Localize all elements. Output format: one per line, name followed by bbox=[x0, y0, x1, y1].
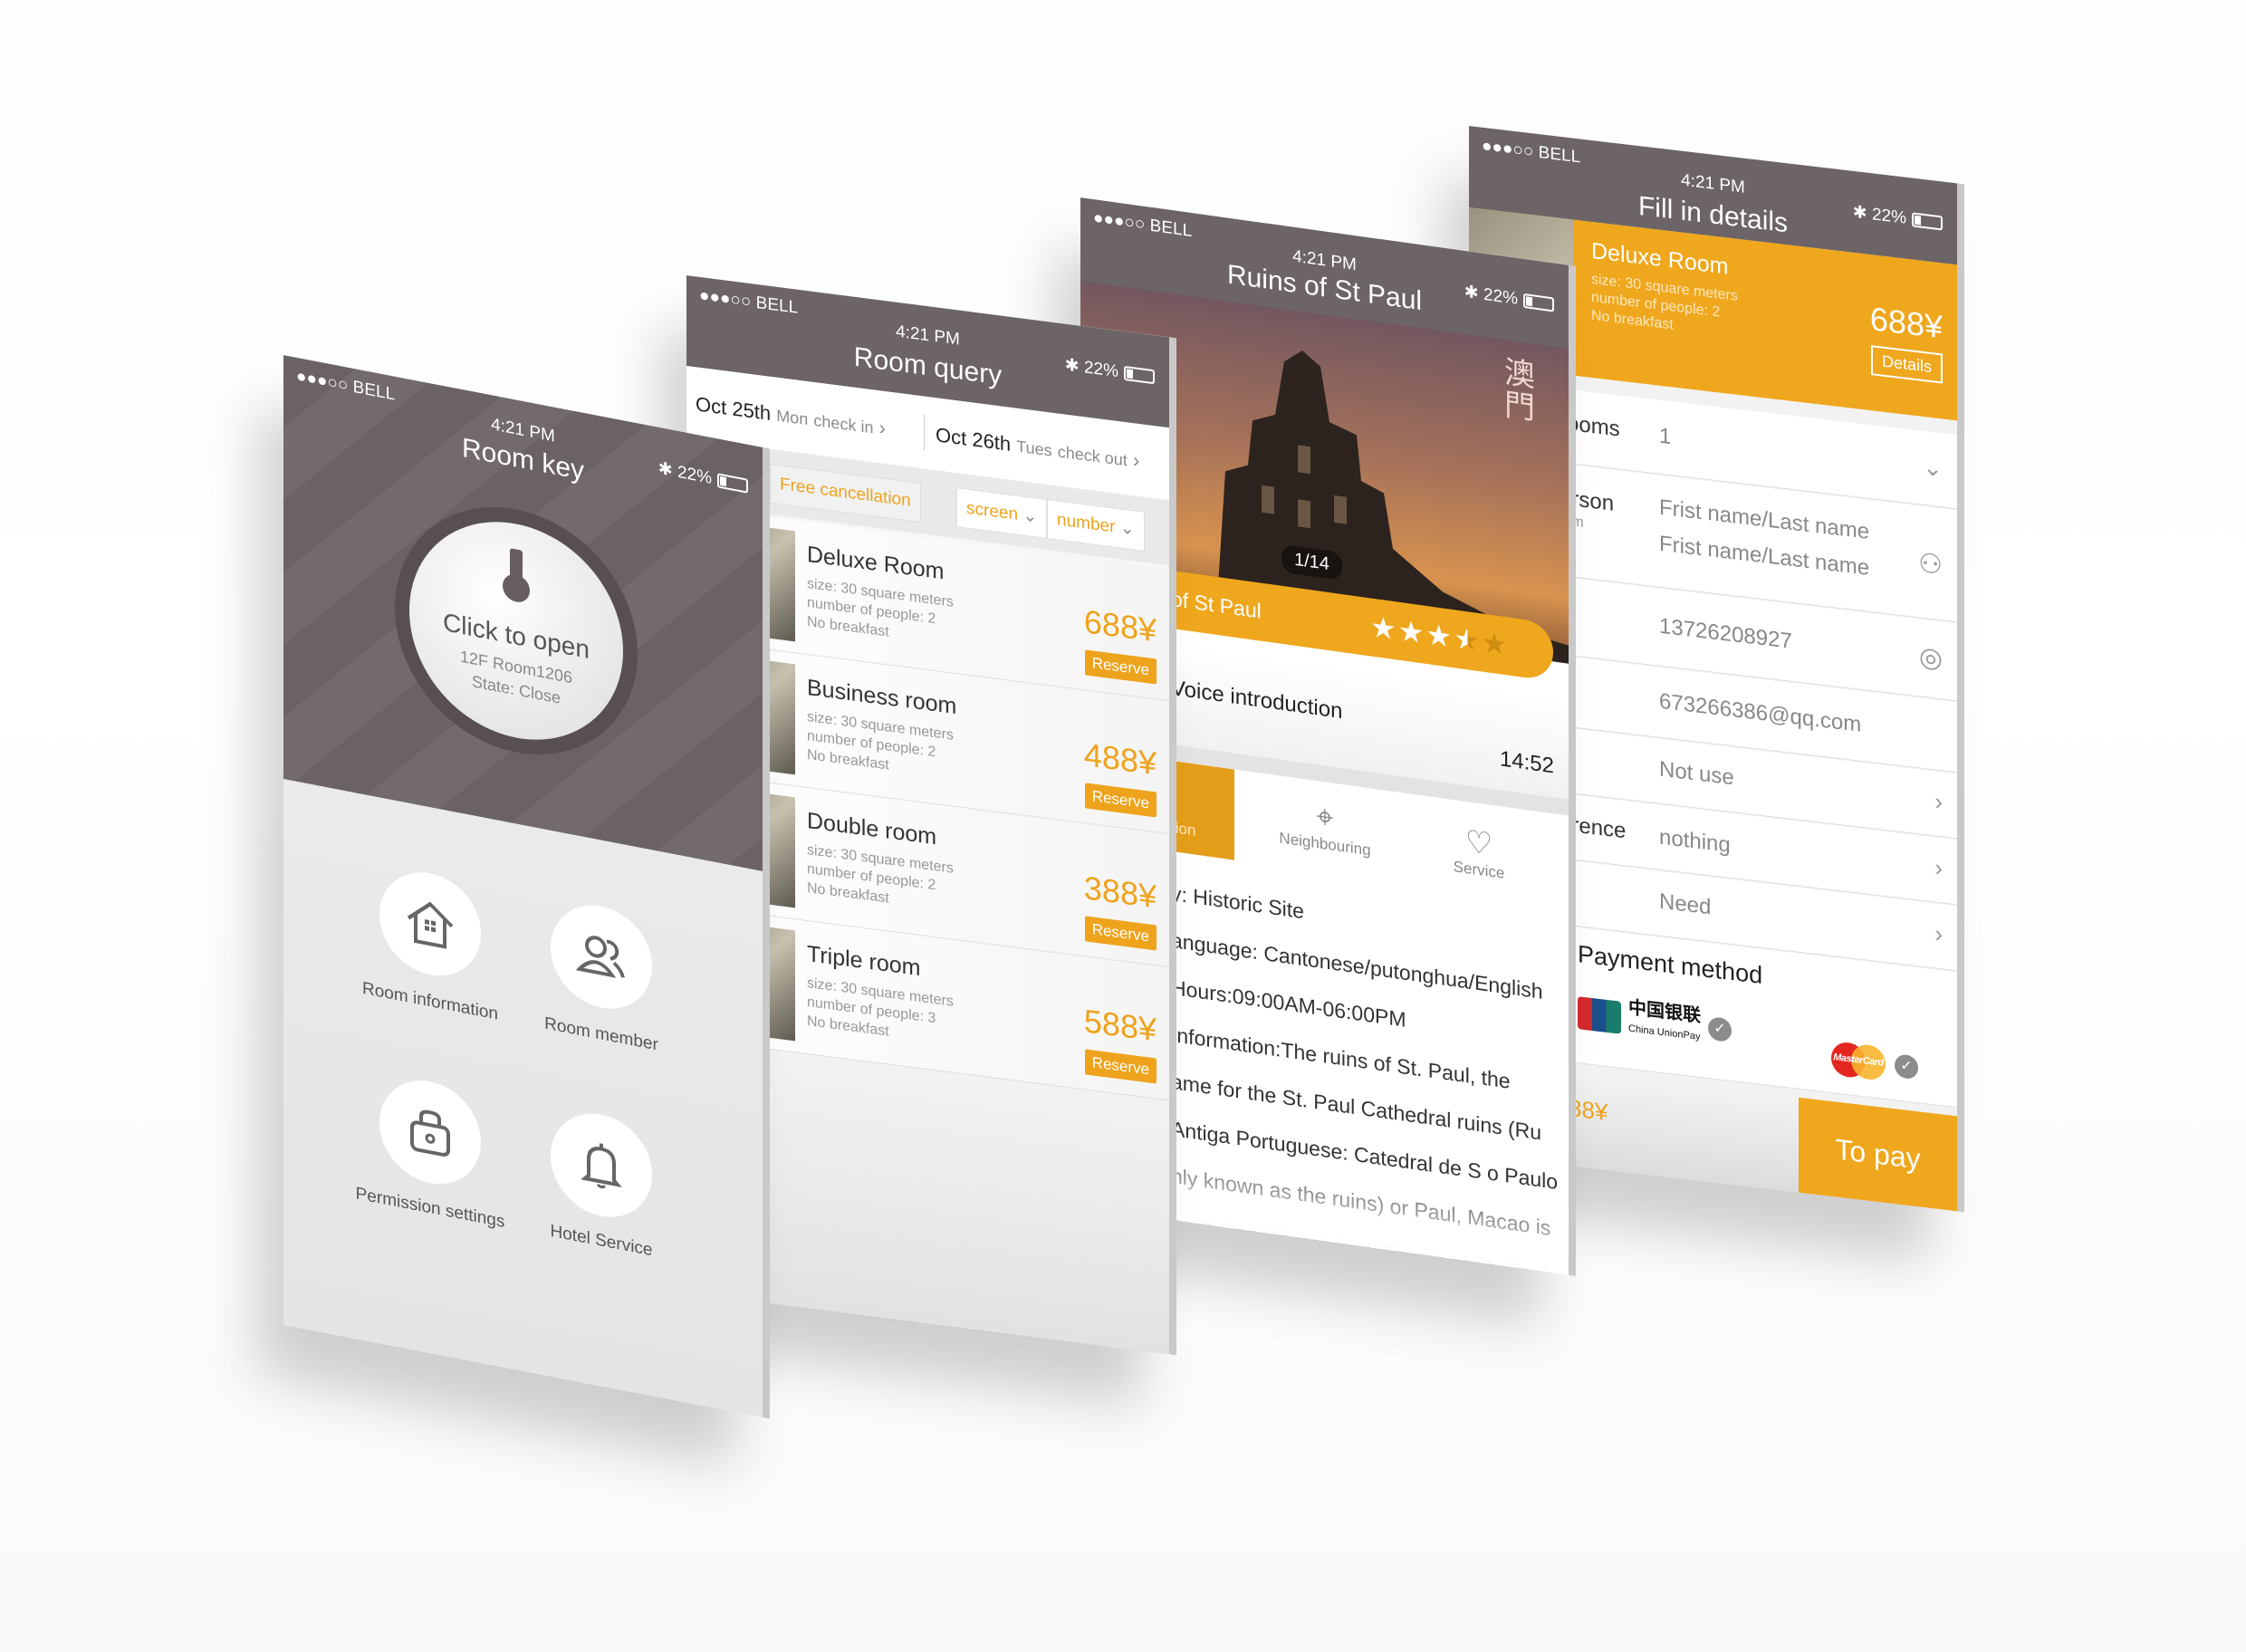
voice-duration: 14:52 bbox=[1499, 746, 1554, 779]
dropdown-label: number bbox=[1057, 510, 1116, 537]
star-icon: ★ bbox=[1397, 613, 1426, 650]
preference-label: erence bbox=[1560, 811, 1627, 844]
preference-value: nothing bbox=[1659, 824, 1731, 858]
room-price: 388¥ bbox=[1083, 869, 1157, 916]
check-icon[interactable]: ✓ bbox=[1895, 1053, 1918, 1081]
chevron-right-icon[interactable]: › bbox=[1934, 853, 1943, 882]
chevron-down-icon[interactable]: ⌄ bbox=[1923, 453, 1943, 484]
check-in-date: Oct 25th bbox=[696, 392, 772, 425]
chevron-right-icon[interactable]: › bbox=[1934, 787, 1943, 816]
check-out-label: check out bbox=[1057, 442, 1128, 470]
check-out-selector[interactable]: Oct 26th Tues check out › bbox=[936, 423, 1139, 473]
extra-value: Need bbox=[1659, 888, 1712, 920]
dropdown-label: screen bbox=[966, 498, 1019, 524]
check-in-day: Mon bbox=[776, 406, 809, 429]
invoice-value: Not use bbox=[1659, 756, 1734, 791]
tab-service[interactable]: ♡ Service bbox=[1416, 816, 1542, 888]
room-member-label: Room member bbox=[544, 1013, 658, 1055]
reserve-button[interactable]: Reserve bbox=[1084, 649, 1157, 685]
star-icon: ★ bbox=[1370, 610, 1398, 647]
chevron-down-icon: ⌄ bbox=[1022, 505, 1038, 527]
chevron-down-icon: ⌄ bbox=[1119, 518, 1135, 540]
house-icon bbox=[407, 901, 454, 949]
voice-label: Voice introduction bbox=[1171, 675, 1343, 725]
mastercard-option[interactable]: MasterCard ✓ bbox=[1831, 1040, 1918, 1085]
reserve-button[interactable]: Reserve bbox=[1084, 783, 1157, 818]
star-icon: ★ bbox=[1481, 625, 1510, 662]
check-out-date: Oct 26th bbox=[936, 423, 1012, 456]
add-person-icon[interactable]: ⚇ bbox=[1918, 547, 1943, 581]
details-button[interactable]: Details bbox=[1870, 345, 1943, 384]
hotel-service-button[interactable] bbox=[551, 1104, 652, 1226]
check-in-selector[interactable]: Oct 25th Mon check in › bbox=[696, 392, 886, 440]
to-pay-button[interactable]: To pay bbox=[1799, 1097, 1957, 1212]
tab-label: tion bbox=[1171, 818, 1196, 840]
room-information-button[interactable] bbox=[379, 863, 481, 984]
reserve-button[interactable]: Reserve bbox=[1084, 916, 1157, 951]
tab-neighbouring[interactable]: ⌖ Neighbouring bbox=[1262, 792, 1388, 862]
room-price: 488¥ bbox=[1083, 735, 1157, 783]
room-price: 688¥ bbox=[1869, 300, 1943, 346]
attraction-name: of St Paul bbox=[1171, 586, 1262, 623]
room-price: 588¥ bbox=[1083, 1002, 1157, 1049]
room-information-label: Room information bbox=[362, 978, 498, 1024]
chevron-right-icon[interactable]: › bbox=[1934, 919, 1943, 948]
star-icon: ★ bbox=[1425, 617, 1454, 655]
chevron-right-icon: › bbox=[878, 416, 886, 440]
hotel-service-label: Hotel Service bbox=[550, 1221, 653, 1261]
permission-settings-button[interactable] bbox=[379, 1071, 481, 1193]
chevron-right-icon: › bbox=[1132, 448, 1140, 473]
check-icon[interactable]: ✓ bbox=[1708, 1015, 1732, 1042]
users-icon bbox=[575, 936, 625, 978]
screen-room-key: ●●●○○ BELL 4:21 PM ✱ 22% Room key Click … bbox=[283, 355, 763, 1417]
contact-icon[interactable]: ◎ bbox=[1919, 640, 1943, 675]
divider bbox=[924, 414, 925, 451]
payment-title: Payment method bbox=[1578, 940, 1763, 990]
rooms-value: 1 bbox=[1659, 423, 1672, 450]
room-price: 688¥ bbox=[1083, 602, 1157, 649]
star-icon: ★ bbox=[1454, 621, 1482, 658]
check-in-label: check in bbox=[813, 410, 874, 437]
unionpay-option[interactable]: 中国银联 China UnionPay ✓ bbox=[1578, 993, 1732, 1050]
total-price: 88¥ bbox=[1569, 1093, 1608, 1127]
email-input[interactable]: 673266386@qq.com bbox=[1659, 689, 1861, 738]
check-out-day: Tues bbox=[1016, 437, 1052, 460]
unionpay-wordmark: 中国银联 China UnionPay bbox=[1628, 997, 1701, 1043]
bell-icon bbox=[581, 1143, 622, 1189]
room-member-button[interactable] bbox=[551, 896, 652, 1018]
macau-watermark: 澳門 bbox=[1504, 353, 1535, 427]
rooms-label: rooms bbox=[1560, 409, 1620, 442]
unionpay-logo bbox=[1578, 995, 1621, 1034]
star-rating: ★★★★★ bbox=[1370, 609, 1509, 662]
permission-settings-label: Permission settings bbox=[355, 1184, 505, 1233]
lock-icon bbox=[410, 1109, 450, 1157]
mastercard-logo: MasterCard bbox=[1831, 1040, 1886, 1082]
reserve-button[interactable]: Reserve bbox=[1084, 1049, 1157, 1084]
phone-input[interactable]: 13726208927 bbox=[1659, 614, 1792, 655]
